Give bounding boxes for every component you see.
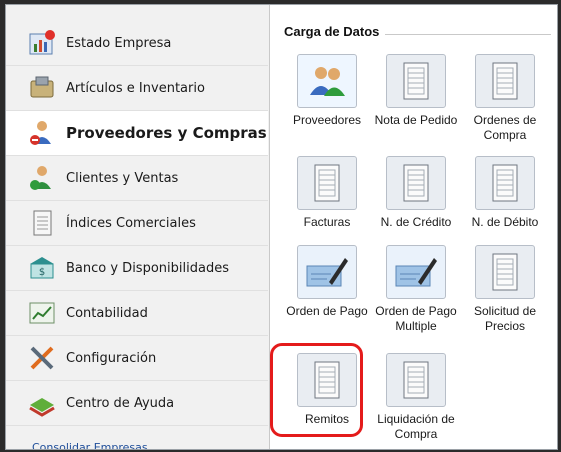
- tile-label: Orden de Pago: [286, 304, 368, 318]
- people-icon: [297, 54, 357, 108]
- sidebar-item-proveedores-compras[interactable]: Proveedores y Compras: [6, 111, 268, 156]
- sidebar-item-label: Clientes y Ventas: [66, 170, 179, 186]
- pen-check-icon: [386, 245, 446, 299]
- tile-label: Nota de Pedido: [374, 113, 458, 127]
- tile-proveedores[interactable]: Proveedores: [282, 54, 372, 128]
- inventory-icon: [22, 68, 62, 108]
- sidebar-item-estado-empresa[interactable]: Estado Empresa: [6, 21, 268, 66]
- sidebar-item-label: Artículos e Inventario: [66, 80, 205, 96]
- tile-solicitud-de-precios[interactable]: Solicitud de Precios: [460, 245, 550, 334]
- sidebar-more-link[interactable]: Consolidar Empresas: [32, 441, 148, 449]
- tile-label: Liquidación de Compra: [377, 412, 455, 441]
- form-icon: [475, 156, 535, 210]
- sidebar-item-label: Estado Empresa: [66, 35, 172, 51]
- graph-icon: [22, 293, 62, 333]
- tile-label: Orden de Pago Multiple: [375, 304, 457, 333]
- sidebar: Estado Empresa Artículos e Inventario Pr…: [6, 5, 270, 449]
- svg-text:$: $: [39, 267, 45, 278]
- sidebar-item-clientes-ventas[interactable]: Clientes y Ventas: [6, 156, 268, 201]
- form-icon: [475, 245, 535, 299]
- pen-check-icon: [297, 245, 357, 299]
- clients-icon: [22, 158, 62, 198]
- tile-nota-de-pedido[interactable]: Nota de Pedido: [371, 54, 461, 128]
- form-icon: [386, 353, 446, 407]
- tile-label: Facturas: [303, 215, 351, 229]
- sidebar-item-contabilidad[interactable]: Contabilidad: [6, 291, 268, 336]
- book-icon: [22, 383, 62, 423]
- form-icon: [386, 156, 446, 210]
- bank-icon: $: [22, 248, 62, 288]
- sidebar-item-banco-disponibilidades[interactable]: $ Banco y Disponibilidades: [6, 246, 268, 291]
- tile-liquidacion-de-compra[interactable]: Liquidación de Compra: [371, 353, 461, 442]
- sidebar-item-label: Centro de Ayuda: [66, 395, 175, 411]
- tile-orden-de-pago[interactable]: Orden de Pago: [282, 245, 372, 319]
- tile-facturas[interactable]: Facturas: [282, 156, 372, 230]
- tile-label: N. de Crédito: [380, 215, 452, 229]
- suppliers-icon: [22, 113, 62, 153]
- sidebar-item-label: Proveedores y Compras: [66, 124, 267, 142]
- sidebar-item-articulos-inventario[interactable]: Artículos e Inventario: [6, 66, 268, 111]
- tile-label: Solicitud de Precios: [473, 304, 537, 333]
- form-icon: [386, 54, 446, 108]
- tile-label: N. de Débito: [471, 215, 539, 229]
- tools-icon: [22, 338, 62, 378]
- sidebar-item-label: Configuración: [66, 350, 157, 366]
- tile-nota-de-credito[interactable]: N. de Crédito: [371, 156, 461, 230]
- section-title: Carga de Datos: [284, 24, 386, 39]
- tile-orden-de-pago-multiple[interactable]: Orden de Pago Multiple: [371, 245, 461, 334]
- sidebar-item-label: Contabilidad: [66, 305, 148, 321]
- tile-ordenes-de-compra[interactable]: Ordenes de Compra: [460, 54, 550, 143]
- tile-label: Ordenes de Compra: [473, 113, 537, 142]
- sidebar-item-configuracion[interactable]: Configuración: [6, 336, 268, 381]
- sidebar-item-indices-comerciales[interactable]: Índices Comerciales: [6, 201, 268, 246]
- form-icon: [297, 156, 357, 210]
- tile-label: Proveedores: [292, 113, 362, 127]
- chart-icon: [22, 23, 62, 63]
- form-icon: [475, 54, 535, 108]
- document-icon: [22, 203, 62, 243]
- remitos-highlight-box: [270, 343, 363, 437]
- sidebar-item-label: Banco y Disponibilidades: [66, 260, 229, 276]
- sidebar-item-centro-ayuda[interactable]: Centro de Ayuda: [6, 381, 268, 426]
- sidebar-item-label: Índices Comerciales: [66, 215, 196, 231]
- tile-nota-de-debito[interactable]: N. de Débito: [460, 156, 550, 230]
